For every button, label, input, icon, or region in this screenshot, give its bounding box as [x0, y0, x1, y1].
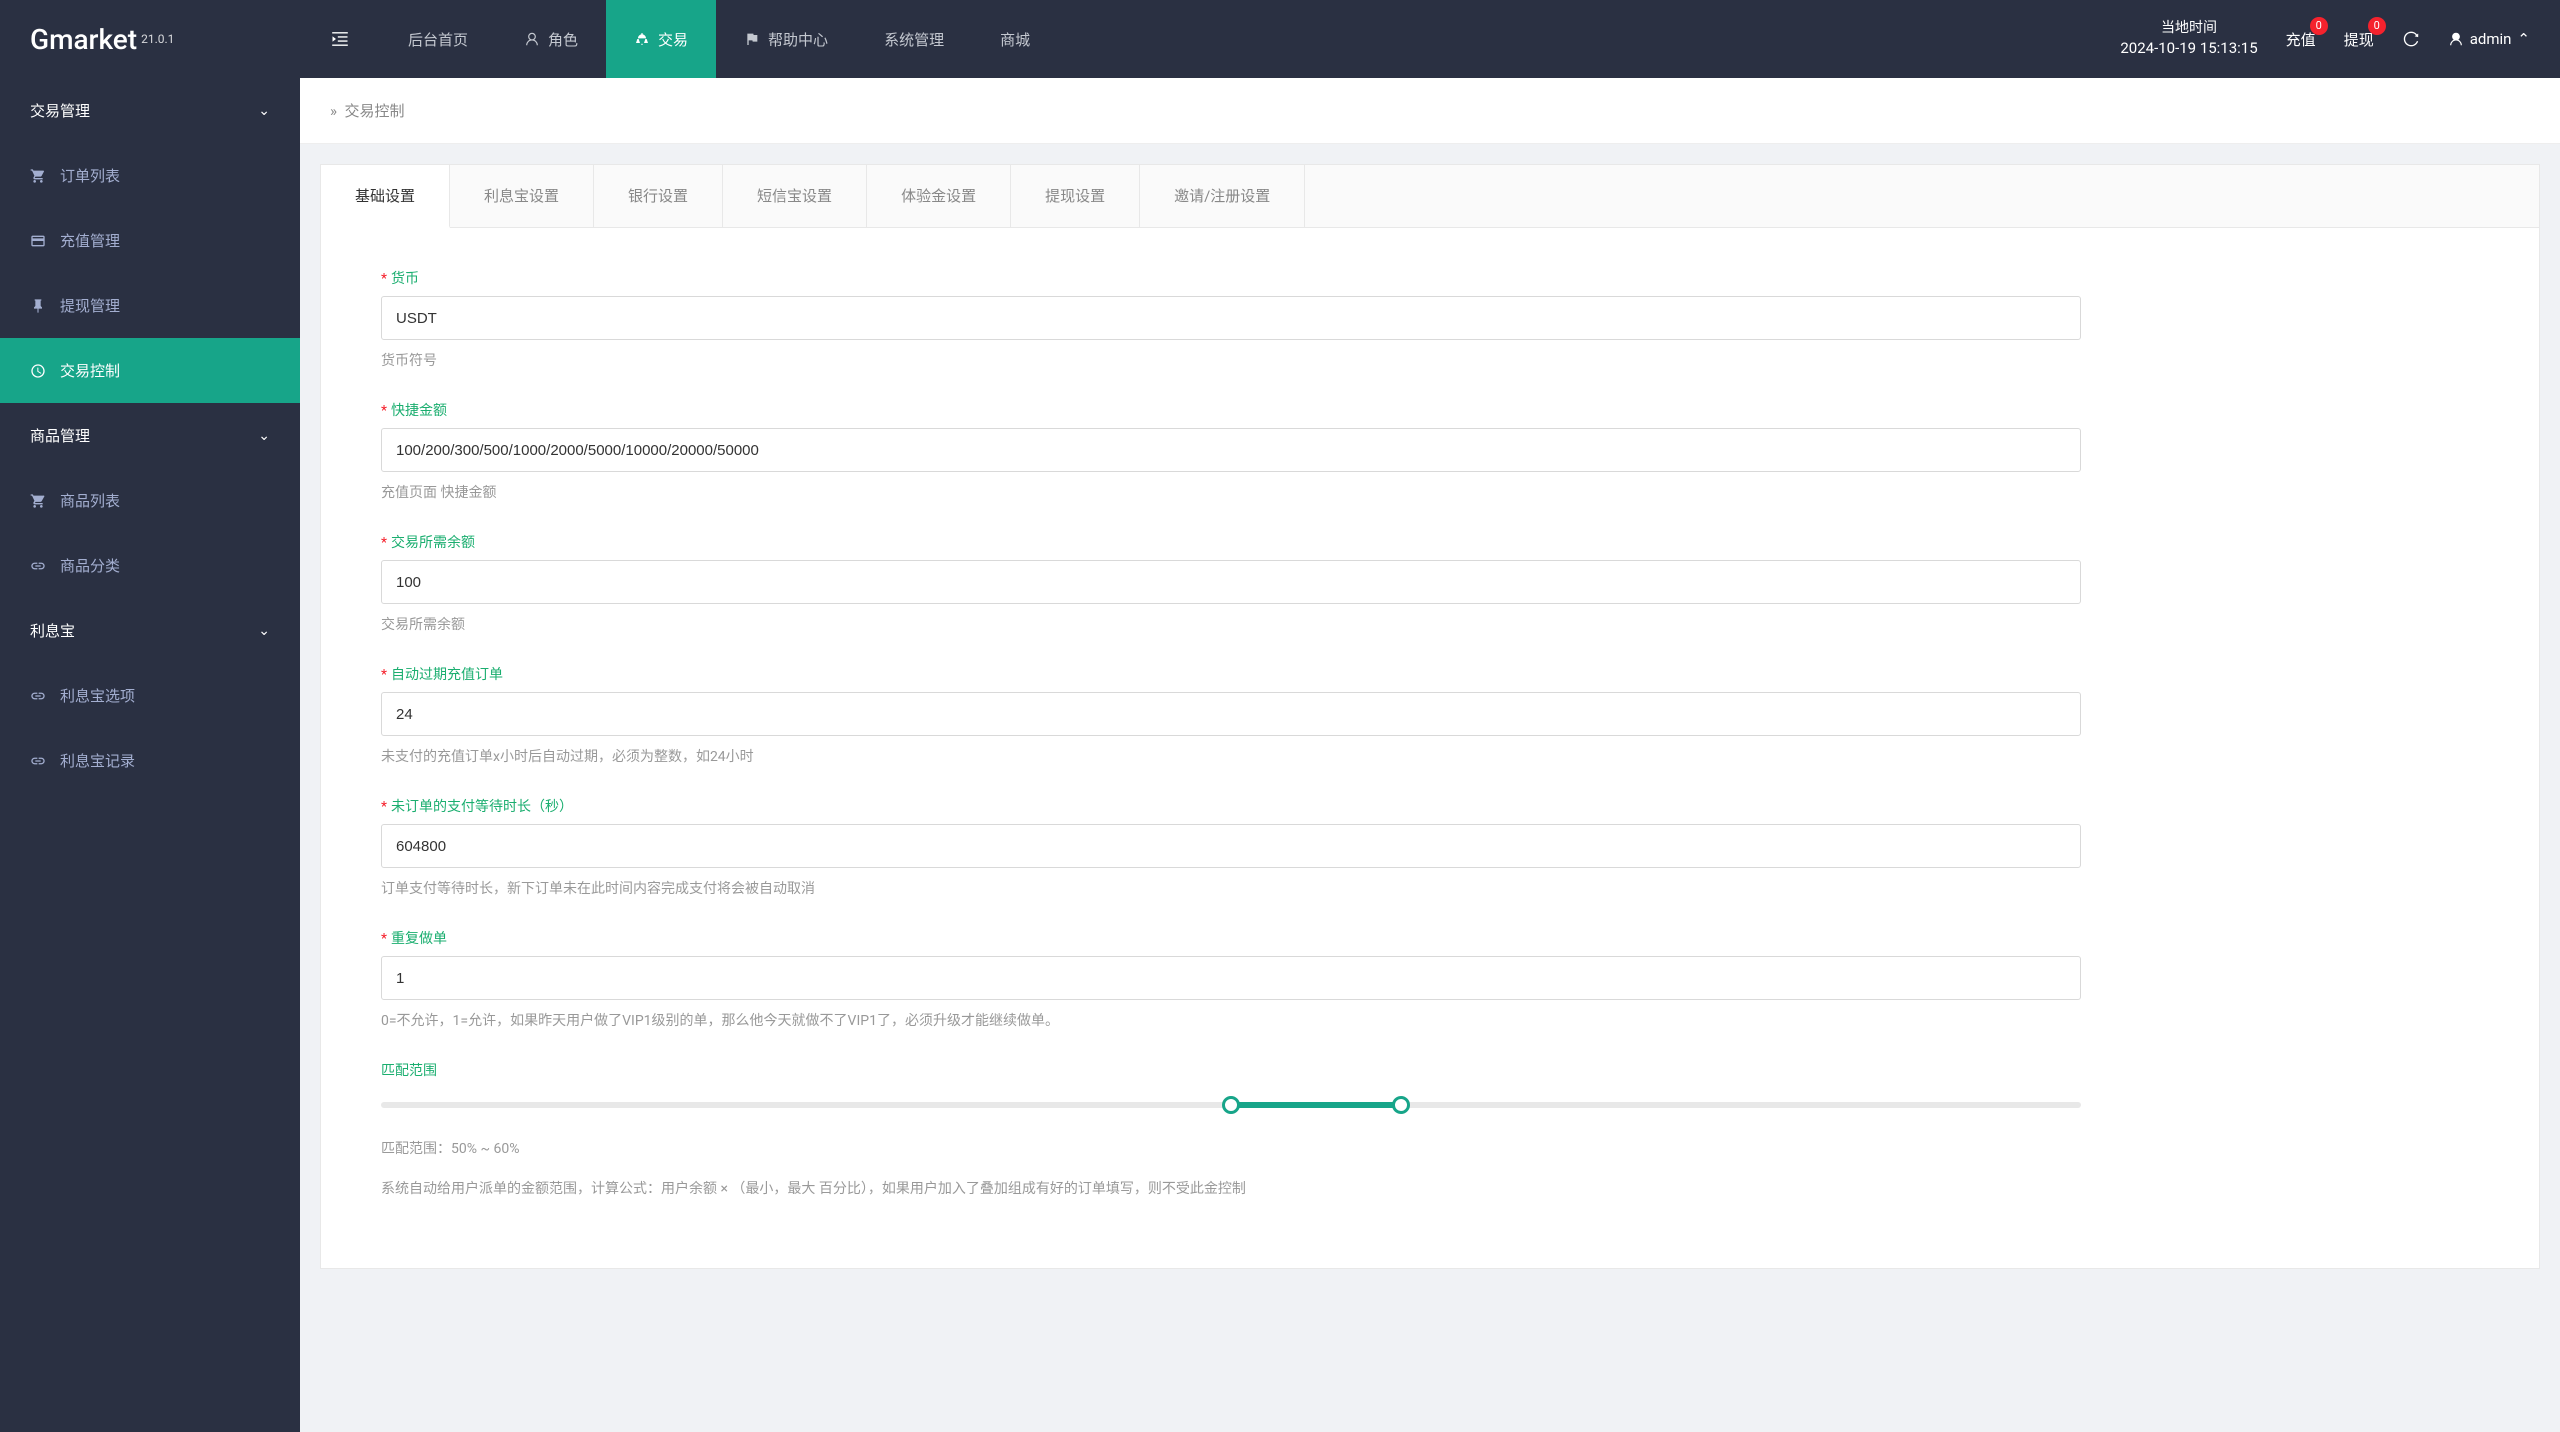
slider-knob-max[interactable]	[1392, 1096, 1410, 1114]
sidebar-group-trade[interactable]: 交易管理 ⌄	[0, 78, 300, 143]
link-icon	[30, 558, 46, 574]
scale-icon	[634, 31, 650, 47]
slider-knob-min[interactable]	[1222, 1096, 1240, 1114]
currency-help: 货币符号	[381, 350, 2479, 370]
sidebar-item-withdraw[interactable]: 提现管理	[0, 273, 300, 338]
chevron-down-icon: ⌄	[258, 103, 270, 119]
brand-version: 21.0.1	[141, 32, 174, 46]
required-mark: *	[381, 667, 387, 683]
tabs: 基础设置 利息宝设置 银行设置 短信宝设置 体验金设置 提现设置 邀请/注册设置	[321, 165, 2539, 228]
cart-icon	[30, 493, 46, 509]
sidebar-group-product[interactable]: 商品管理 ⌄	[0, 403, 300, 468]
repeat-order-help: 0=不允许，1=允许，如果昨天用户做了VIP1级别的单，那么他今天就做不了VIP…	[381, 1010, 2479, 1030]
field-match-range: 匹配范围 匹配范围：50% ~ 60% 系统自动给用户派单的金额范围，计算公式：…	[381, 1060, 2479, 1198]
link-icon	[30, 753, 46, 769]
required-mark: *	[381, 931, 387, 947]
flag-icon	[744, 31, 760, 47]
refresh-button[interactable]	[2402, 30, 2420, 48]
nav-mall[interactable]: 商城	[972, 0, 1058, 78]
nav-help[interactable]: 帮助中心	[716, 0, 856, 78]
field-currency: *货币 货币符号	[381, 268, 2479, 370]
user-icon	[524, 31, 540, 47]
wait-time-input[interactable]	[381, 824, 2081, 868]
sidebar-group-interest[interactable]: 利息宝 ⌄	[0, 598, 300, 663]
top-nav: 后台首页 角色 交易 帮助中心 系统管理 商城	[300, 0, 2120, 78]
pin-icon	[30, 298, 46, 314]
sidebar-item-orders[interactable]: 订单列表	[0, 143, 300, 208]
recharge-link[interactable]: 充值 0	[2286, 29, 2316, 50]
required-mark: *	[381, 799, 387, 815]
trade-balance-input[interactable]	[381, 560, 2081, 604]
chevron-down-icon: ⌄	[258, 623, 270, 639]
tab-interest[interactable]: 利息宝设置	[450, 165, 594, 227]
match-range-slider[interactable]	[381, 1088, 2081, 1122]
user-menu[interactable]: admin ⌃	[2448, 30, 2530, 48]
auto-expire-input[interactable]	[381, 692, 2081, 736]
field-trade-balance: *交易所需余额 交易所需余额	[381, 532, 2479, 634]
breadcrumb-sep: »	[330, 102, 344, 120]
trade-balance-help: 交易所需余额	[381, 614, 2479, 634]
header-right: 当地时间 2024-10-19 15:13:15 充值 0 提现 0 admin…	[2120, 0, 2560, 78]
tab-invite[interactable]: 邀请/注册设置	[1140, 165, 1305, 227]
nav-home[interactable]: 后台首页	[380, 0, 496, 78]
refresh-icon	[2402, 30, 2420, 48]
main-content: » 交易控制 基础设置 利息宝设置 银行设置 短信宝设置 体验金设置 提现设置 …	[300, 78, 2560, 1432]
field-repeat-order: *重复做单 0=不允许，1=允许，如果昨天用户做了VIP1级别的单，那么他今天就…	[381, 928, 2479, 1030]
breadcrumb: » 交易控制	[300, 78, 2560, 144]
tab-trial[interactable]: 体验金设置	[867, 165, 1011, 227]
field-wait-time: *未订单的支付等待时长（秒） 订单支付等待时长，新下订单未在此时间内容完成支付将…	[381, 796, 2479, 898]
field-quick-amount: *快捷金额 充值页面 快捷金额	[381, 400, 2479, 502]
nav-trade[interactable]: 交易	[606, 0, 716, 78]
sidebar-item-interest-log[interactable]: 利息宝记录	[0, 728, 300, 793]
quick-amount-help: 充值页面 快捷金额	[381, 482, 2479, 502]
match-range-help: 系统自动给用户派单的金额范围，计算公式：用户余额 × （最小，最大 百分比），如…	[381, 1178, 2479, 1198]
link-icon	[30, 688, 46, 704]
sidebar-item-recharge[interactable]: 充值管理	[0, 208, 300, 273]
brand-name: Gmarket	[30, 23, 137, 56]
sidebar-item-trade-control[interactable]: 交易控制	[0, 338, 300, 403]
tab-withdraw[interactable]: 提现设置	[1011, 165, 1140, 227]
brand-logo: Gmarket 21.0.1	[0, 0, 300, 78]
nav-system[interactable]: 系统管理	[856, 0, 972, 78]
card-icon	[30, 233, 46, 249]
tab-bank[interactable]: 银行设置	[594, 165, 723, 227]
local-time: 当地时间 2024-10-19 15:13:15	[2120, 19, 2257, 60]
user-icon	[2448, 31, 2464, 47]
auto-expire-help: 未支付的充值订单x小时后自动过期，必须为整数，如24小时	[381, 746, 2479, 766]
wait-time-help: 订单支付等待时长，新下订单未在此时间内容完成支付将会被自动取消	[381, 878, 2479, 898]
recharge-badge: 0	[2310, 17, 2328, 35]
withdraw-badge: 0	[2368, 17, 2386, 35]
form-area: *货币 货币符号 *快捷金额 充值页面 快捷金额 * 交易所需余额	[321, 228, 2539, 1268]
sidebar-item-interest-opt[interactable]: 利息宝选项	[0, 663, 300, 728]
sidebar-item-product-list[interactable]: 商品列表	[0, 468, 300, 533]
tab-basic[interactable]: 基础设置	[321, 165, 450, 228]
required-mark: *	[381, 535, 387, 551]
content-card: 基础设置 利息宝设置 银行设置 短信宝设置 体验金设置 提现设置 邀请/注册设置…	[320, 164, 2540, 1269]
sidebar-toggle[interactable]	[300, 0, 380, 78]
field-auto-expire: *自动过期充值订单 未支付的充值订单x小时后自动过期，必须为整数，如24小时	[381, 664, 2479, 766]
required-mark: *	[381, 271, 387, 287]
chevron-down-icon: ⌃	[2517, 30, 2530, 48]
withdraw-link[interactable]: 提现 0	[2344, 29, 2374, 50]
match-range-text: 匹配范围：50% ~ 60%	[381, 1138, 2479, 1158]
currency-input[interactable]	[381, 296, 2081, 340]
chevron-down-icon: ⌄	[258, 428, 270, 444]
quick-amount-input[interactable]	[381, 428, 2081, 472]
hamburger-icon	[330, 29, 350, 49]
repeat-order-input[interactable]	[381, 956, 2081, 1000]
dashboard-icon	[30, 363, 46, 379]
required-mark: *	[381, 403, 387, 419]
sidebar-item-product-cat[interactable]: 商品分类	[0, 533, 300, 598]
sidebar: 交易管理 ⌄ 订单列表 充值管理 提现管理 交易控制 商品管理 ⌄	[0, 78, 300, 1432]
tab-sms[interactable]: 短信宝设置	[723, 165, 867, 227]
nav-role[interactable]: 角色	[496, 0, 606, 78]
cart-icon	[30, 168, 46, 184]
top-header: Gmarket 21.0.1 后台首页 角色 交易 帮助中心 系统管理 商城	[0, 0, 2560, 78]
